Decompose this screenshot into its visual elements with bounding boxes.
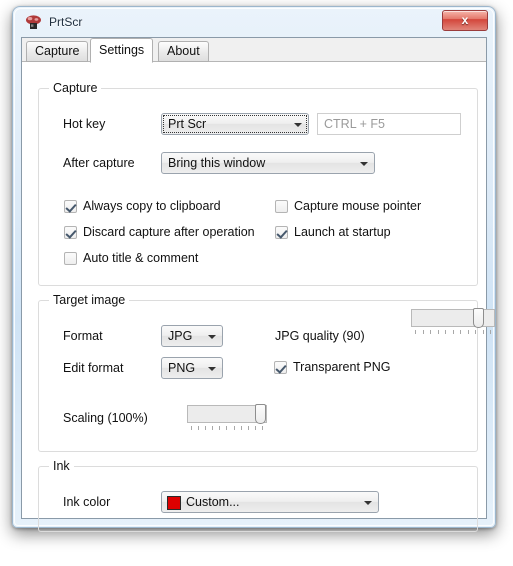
checkbox-label: Transparent PNG xyxy=(293,360,391,374)
tab-settings-label: Settings xyxy=(99,43,145,57)
checkbox-label: Launch at startup xyxy=(294,225,391,239)
close-button[interactable]: x xyxy=(442,10,488,31)
slider-ticks xyxy=(415,330,491,335)
capture-group: Capture Hot key Prt Scr CTRL + F5 After … xyxy=(38,81,478,286)
slider-thumb[interactable] xyxy=(473,308,484,328)
ink-color-swatch xyxy=(167,496,181,510)
checkbox-box xyxy=(274,361,287,374)
ink-color-value: Custom... xyxy=(186,495,240,509)
hotkey-label: Hot key xyxy=(63,117,106,131)
target-image-group: Target image Format JPG JPG quality (90)… xyxy=(38,293,495,452)
tab-settings[interactable]: Settings xyxy=(90,38,154,63)
slider-ticks xyxy=(191,426,263,431)
chevron-down-icon xyxy=(208,367,216,371)
checkbox-label: Capture mouse pointer xyxy=(294,199,422,213)
checkbox-label: Auto title & comment xyxy=(83,251,199,265)
after-capture-combobox[interactable]: Bring this window xyxy=(161,152,375,174)
settings-tab-page: Capture Hot key Prt Scr CTRL + F5 After … xyxy=(22,62,495,532)
target-image-group-title: Target image xyxy=(49,293,130,307)
chevron-down-icon xyxy=(208,335,216,339)
edit-format-combobox[interactable]: PNG xyxy=(161,357,223,379)
checkbox-label: Discard capture after operation xyxy=(83,225,255,239)
scaling-label: Scaling (100%) xyxy=(63,411,148,425)
tab-about[interactable]: About xyxy=(158,41,209,62)
checkbox-box xyxy=(64,252,77,265)
hotkey-value: Prt Scr xyxy=(168,117,207,131)
title-bar[interactable]: PrtScr x xyxy=(13,7,495,37)
tab-about-label: About xyxy=(167,44,200,58)
edit-format-value: PNG xyxy=(168,361,196,375)
tab-strip: Capture Settings About xyxy=(22,38,486,63)
checkbox-box xyxy=(275,200,288,213)
edit-format-label: Edit format xyxy=(63,361,124,375)
after-capture-label: After capture xyxy=(63,156,135,170)
client-area: Capture Settings About Capture Hot key P… xyxy=(21,37,495,532)
ink-color-label: Ink color xyxy=(63,495,111,509)
jpg-quality-label: JPG quality (90) xyxy=(275,329,365,343)
app-mushroom-icon xyxy=(26,15,41,29)
chevron-down-icon xyxy=(294,123,302,127)
checkbox-box xyxy=(64,226,77,239)
hotkey-custom-field[interactable]: CTRL + F5 xyxy=(317,113,461,135)
checkbox-label: Always copy to clipboard xyxy=(83,199,221,213)
format-label: Format xyxy=(63,329,103,343)
capture-group-title: Capture xyxy=(49,81,102,95)
ink-group-title: Ink xyxy=(49,459,74,473)
close-icon: x xyxy=(461,13,469,27)
format-combobox[interactable]: JPG xyxy=(161,325,223,347)
hotkey-combobox[interactable]: Prt Scr xyxy=(161,113,309,135)
after-capture-value: Bring this window xyxy=(168,156,266,170)
tab-capture[interactable]: Capture xyxy=(26,41,89,62)
slider-thumb[interactable] xyxy=(255,404,266,424)
ink-color-combobox[interactable]: Custom... xyxy=(161,491,379,513)
checkbox-box xyxy=(275,226,288,239)
app-window: PrtScr x Capture Settings About Capture … xyxy=(12,6,496,532)
checkbox-box xyxy=(64,200,77,213)
format-value: JPG xyxy=(168,329,193,343)
window-title: PrtScr xyxy=(49,15,83,29)
chevron-down-icon xyxy=(360,162,368,166)
ink-group: Ink Ink color Custom... xyxy=(38,459,478,532)
chevron-down-icon xyxy=(364,501,372,505)
tab-capture-label: Capture xyxy=(35,44,80,58)
